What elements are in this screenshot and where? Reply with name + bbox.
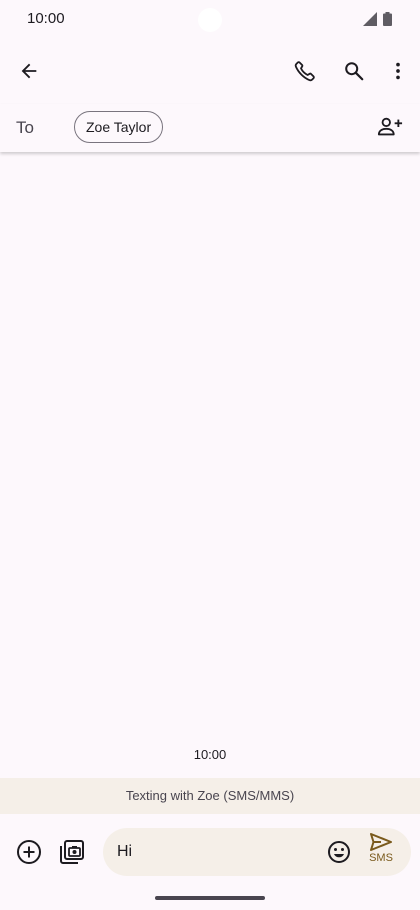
status-time: 10:00 bbox=[27, 10, 65, 27]
search-icon bbox=[345, 62, 364, 81]
message-timestamp: 10:00 bbox=[193, 747, 227, 762]
message-field: SMS bbox=[103, 828, 411, 876]
add-circle-icon bbox=[17, 840, 41, 864]
arrow-left-icon bbox=[21, 63, 37, 79]
status-icons bbox=[363, 12, 392, 26]
more-options-button[interactable] bbox=[378, 51, 418, 91]
call-button[interactable] bbox=[285, 51, 325, 91]
attach-button[interactable] bbox=[9, 832, 49, 872]
emoji-button[interactable] bbox=[319, 832, 359, 872]
recipient-chip[interactable]: Zoe Taylor bbox=[74, 111, 164, 143]
message-input[interactable] bbox=[117, 828, 317, 876]
back-button[interactable] bbox=[9, 51, 49, 91]
send-sms-button[interactable]: SMS bbox=[359, 832, 403, 872]
recipient-row: To Zoe Taylor bbox=[0, 104, 420, 152]
send-label: SMS bbox=[369, 852, 393, 864]
photo-camera-icon bbox=[60, 840, 84, 864]
gallery-button[interactable] bbox=[52, 832, 92, 872]
add-recipient-button[interactable] bbox=[370, 107, 410, 147]
send-icon bbox=[370, 833, 392, 851]
status-bar: 10:00 bbox=[0, 0, 420, 38]
signal-icon bbox=[363, 12, 377, 26]
top-app-bar bbox=[0, 46, 420, 96]
emoji-icon bbox=[328, 841, 350, 863]
add-person-icon bbox=[377, 117, 403, 136]
camera-cutout bbox=[198, 8, 222, 32]
phone-icon bbox=[294, 61, 315, 82]
to-label: To bbox=[16, 118, 34, 137]
search-button[interactable] bbox=[334, 51, 374, 91]
texting-banner: Texting with Zoe (SMS/MMS) bbox=[0, 778, 420, 814]
home-indicator[interactable] bbox=[155, 896, 265, 900]
more-vert-icon bbox=[396, 62, 400, 80]
battery-icon bbox=[383, 12, 392, 26]
